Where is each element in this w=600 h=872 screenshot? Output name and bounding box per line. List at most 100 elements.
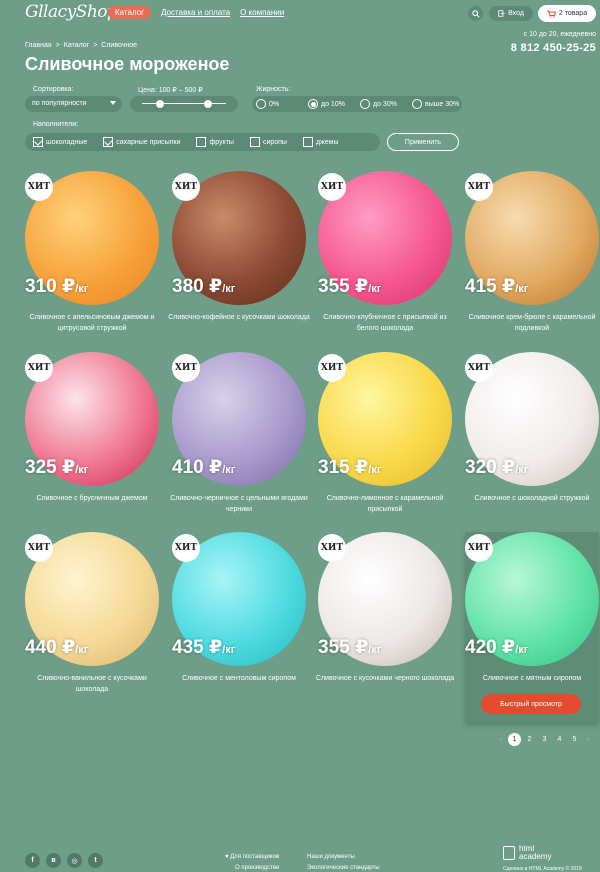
filler-checkbox[interactable]: шоколадные	[33, 137, 87, 147]
product-card[interactable]: ХИТ 380 ₽/кг Сливочно-кофейное с кусочками…	[168, 171, 310, 349]
filler-checkbox[interactable]: фрукты	[196, 137, 234, 147]
product-card[interactable]: ХИТ 420 ₽/кг Сливочное с мятным сиропом Быс…	[465, 532, 599, 722]
price-value: 420 ₽	[465, 637, 516, 658]
price-value: 315 ₽	[318, 457, 369, 478]
product-name[interactable]: Сливочное с ментоловым сиропом	[168, 673, 310, 684]
product-price: 315 ₽/кг	[318, 456, 381, 479]
price-label: Цена: 100 ₽ – 500 ₽	[138, 87, 203, 94]
product-card[interactable]: ХИТ 320 ₽/кг Сливочное с шоколадной стружк…	[465, 352, 599, 530]
filler-checkbox[interactable]: сиропы	[249, 137, 287, 147]
filler-checkbox[interactable]: сахарные присыпки	[103, 137, 180, 147]
nav-about[interactable]: О компании	[240, 6, 284, 19]
product-card[interactable]: ХИТ 440 ₽/кг Сливочно-ванильное с кусочкам…	[25, 532, 159, 710]
pagination-prev[interactable]: ‹	[496, 736, 506, 743]
price-min-handle[interactable]	[156, 100, 165, 108]
fat-option-radio[interactable]: до 30%	[360, 99, 408, 109]
radio-circle[interactable]	[360, 99, 370, 109]
product-name[interactable]: Сливочное с мятным сиропом	[461, 673, 600, 684]
filler-checkbox[interactable]: джемы	[302, 137, 338, 147]
phone-number[interactable]: 8 812 450-25-25	[511, 42, 596, 54]
pagination-page[interactable]: 1	[508, 733, 521, 746]
hit-badge: ХИТ	[318, 534, 346, 562]
login-button[interactable]: Вход	[489, 6, 533, 21]
price-value: 415 ₽	[465, 276, 516, 297]
price-unit: /кг	[515, 464, 529, 476]
product-card[interactable]: ХИТ 355 ₽/кг Сливочное с кусочками черного…	[316, 532, 454, 710]
page-title: Сливочное мороженое	[25, 54, 230, 74]
fat-option-radio[interactable]: 0%	[256, 99, 304, 109]
breadcrumb-catalog[interactable]: Каталог	[64, 42, 89, 49]
product-card[interactable]: ХИТ 355 ₽/кг Сливочно-клубничное с присыпк…	[318, 171, 452, 349]
apply-button[interactable]: Применить	[387, 133, 459, 151]
footer-link-suppliers[interactable]: ♥ Для поставщиков	[225, 852, 279, 863]
product-name[interactable]: Сливочно-ванильное с кусочками шоколада	[21, 673, 163, 695]
pagination-page[interactable]: 5	[568, 733, 581, 746]
product-name[interactable]: Сливочно-кофейное с кусочками шоколада	[168, 312, 310, 323]
quick-view-button[interactable]: Быстрый просмотр	[481, 694, 581, 714]
product-card[interactable]: ХИТ 435 ₽/кг Сливочное с ментоловым сиропо…	[172, 532, 306, 710]
main-nav: Каталог Доставка и оплата О компании	[108, 6, 284, 19]
price-value: 440 ₽	[25, 637, 76, 658]
pagination-page[interactable]: 4	[553, 733, 566, 746]
vk-icon[interactable]: в	[46, 853, 61, 868]
sort-label: Сортировка:	[33, 86, 74, 93]
instagram-icon[interactable]: ◎	[67, 853, 82, 868]
product-name[interactable]: Сливочно-черничное с цельными ягодами че…	[168, 493, 310, 515]
footer-link-documents[interactable]: Наши документы	[307, 852, 380, 863]
product-card[interactable]: ХИТ 410 ₽/кг Сливочно-черничное с цельными…	[170, 352, 308, 530]
price-range-slider[interactable]	[130, 96, 238, 112]
product-price: 355 ₽/кг	[318, 275, 381, 298]
product-name[interactable]: Сливочное с шоколадной стружкой	[461, 493, 600, 504]
login-label: Вход	[508, 10, 524, 17]
filler-label: шоколадные	[46, 138, 88, 146]
sort-select[interactable]: по популярности	[25, 96, 122, 112]
fat-label: Жирность:	[256, 86, 291, 93]
product-name[interactable]: Сливочное с апельсиновым джемом и цитрус…	[21, 312, 163, 334]
radio-circle[interactable]	[308, 99, 318, 109]
fat-option-radio[interactable]: до 10%	[308, 99, 356, 109]
product-name[interactable]: Сливочное с брусничным джемом	[21, 493, 163, 504]
product-card[interactable]: ХИТ 315 ₽/кг Сливочно-лимонное с карамельн…	[318, 352, 452, 530]
nav-catalog[interactable]: Каталог	[108, 6, 152, 19]
filler-label: сахарные присыпки	[116, 138, 181, 146]
nav-delivery[interactable]: Доставка и оплата	[161, 6, 230, 19]
fat-option-radio[interactable]: выше 30%	[412, 99, 460, 109]
price-range-track	[142, 103, 226, 104]
site-logo[interactable]: GllacyShop	[25, 2, 118, 22]
checkbox-box[interactable]	[103, 137, 114, 147]
footer-link-production[interactable]: О производстве	[225, 863, 279, 872]
checkbox-box[interactable]	[196, 137, 207, 147]
checkbox-box[interactable]	[33, 137, 43, 147]
html-academy-logo[interactable]: html academy	[503, 845, 551, 861]
product-card[interactable]: ХИТ 325 ₽/кг Сливочное с брусничным джемом	[25, 352, 159, 530]
search-button[interactable]	[468, 6, 483, 21]
footer-link-eco[interactable]: Экологические стандарты	[307, 863, 380, 872]
product-price: 420 ₽/кг	[465, 636, 528, 659]
hit-badge: ХИТ	[172, 354, 200, 382]
hit-badge: ХИТ	[465, 173, 493, 201]
search-icon	[471, 9, 480, 18]
hit-badge: ХИТ	[318, 354, 346, 382]
facebook-icon[interactable]: f	[25, 853, 40, 868]
pagination-page[interactable]: 3	[538, 733, 551, 746]
product-name[interactable]: Сливочно-клубничное с присыпкой из белог…	[314, 312, 456, 334]
product-name[interactable]: Сливочное с кусочками черного шоколада	[314, 673, 456, 684]
checkbox-box[interactable]	[302, 137, 313, 147]
product-card[interactable]: ХИТ 310 ₽/кг Сливочное с апельсиновым джем…	[25, 171, 159, 349]
pagination-next[interactable]: ›	[583, 736, 593, 743]
working-hours: с 10 до 20, ежедневно	[523, 31, 596, 38]
radio-circle[interactable]	[256, 99, 266, 109]
breadcrumb-home[interactable]: Главная	[25, 42, 52, 49]
fat-option-label: выше 30%	[425, 100, 460, 108]
academy-text-2: academy	[519, 852, 552, 861]
checkbox-box[interactable]	[249, 137, 260, 147]
product-card[interactable]: ХИТ 415 ₽/кг Сливочное крем-брюле с караме…	[465, 171, 599, 349]
radio-circle[interactable]	[412, 99, 422, 109]
cart-button[interactable]: 2 товара	[538, 5, 596, 22]
social-links: f в ◎ t	[25, 853, 103, 868]
product-name[interactable]: Сливочное крем-брюле с карамельной подли…	[461, 312, 600, 334]
product-name[interactable]: Сливочно-лимонное с карамельной присыпко…	[314, 493, 456, 515]
price-max-handle[interactable]	[203, 100, 212, 108]
twitter-icon[interactable]: t	[88, 853, 103, 868]
pagination-page[interactable]: 2	[523, 733, 536, 746]
